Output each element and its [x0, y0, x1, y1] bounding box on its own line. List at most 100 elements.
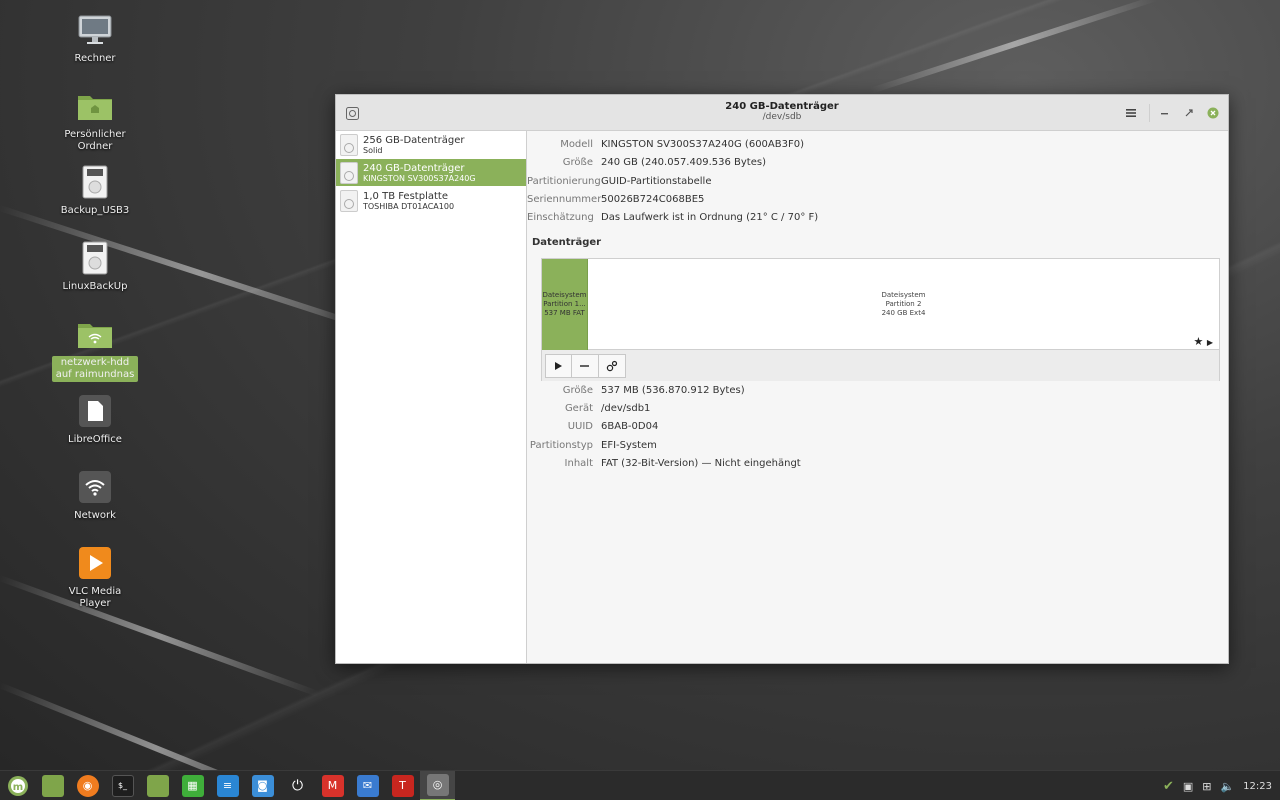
drive-name: 240 GB-Datenträger [363, 162, 465, 174]
drive-subtitle: TOSHIBA DT01ACA100 [363, 201, 455, 211]
close-icon[interactable] [1206, 106, 1220, 120]
taskbar-spreadsheet-button[interactable]: ▦ [175, 771, 210, 800]
terminal-icon: $_ [111, 774, 134, 797]
partition-device-row: Gerät /dev/sdb1 [527, 403, 651, 414]
home-folder-icon [77, 88, 113, 124]
partitioning-row: Partitionierung GUID-Partitionstabelle [527, 176, 711, 187]
taskbar: m ◉ $_ ▦ ≡ ◙ ⏻ M ✉ T ◎ ✔ ▣ ⊞ 🔈 12:23 [0, 770, 1280, 800]
assessment-row: Einschätzung Das Laufwerk ist in Ordnung… [527, 212, 818, 223]
desktop-icon-network[interactable]: Network [50, 469, 140, 523]
pdf-icon: M [321, 774, 344, 797]
size-label: Größe [562, 157, 593, 168]
partition-1-block[interactable]: Dateisystem Partition 1... 537 MB FAT [542, 259, 588, 350]
divider [1149, 104, 1150, 122]
desktop-icon-home[interactable]: Persönlicher Ordner [50, 88, 140, 154]
desktop-icon-network-hdd[interactable]: netzwerk-hdd auf raimundnas [50, 316, 140, 382]
serial-label: Seriennummer [527, 194, 602, 205]
partition-type-label: Partitionstyp [529, 440, 593, 451]
assessment-value: Das Laufwerk ist in Ordnung (21° C / 70°… [601, 212, 819, 223]
taskbar-folder-button[interactable] [140, 771, 175, 800]
drive-icon [77, 240, 113, 276]
restore-icon[interactable] [1182, 106, 1196, 120]
drive-item[interactable]: 256 GB-Datenträger Solid [336, 131, 526, 158]
drive-subtitle: KINGSTON SV300S37A240G [363, 173, 476, 183]
desktop-icon-linuxbackup[interactable]: LinuxBackUp [50, 240, 140, 294]
desktop-label: LinuxBackUp [62, 281, 128, 292]
power-icon: ⏻ [291, 777, 304, 794]
taskbar-terminal-button[interactable]: $_ [105, 771, 140, 800]
network-folder-icon [77, 316, 113, 352]
partitioning-value: GUID-Partitionstabelle [601, 176, 712, 187]
desktop-icon-computer[interactable]: Rechner [50, 12, 140, 66]
partition-uuid-value: 6BAB-0D04 [601, 421, 659, 432]
partition-content-label: Inhalt [564, 458, 593, 469]
taskbar-mail-button[interactable]: ✉ [350, 771, 385, 800]
taskbar-shutdown-button[interactable]: ⏻ [280, 771, 315, 800]
partition-size-row: Größe 537 MB (536.870.912 Bytes) [527, 385, 745, 396]
volumes-heading: Datenträger [532, 237, 602, 248]
volume-toolbar [542, 350, 1219, 381]
drive-item-selected[interactable]: 240 GB-Datenträger KINGSTON SV300S37A240… [336, 159, 526, 186]
menu-icon[interactable] [1124, 106, 1138, 120]
delete-partition-button[interactable] [572, 353, 599, 378]
drive-name: 256 GB-Datenträger [363, 134, 465, 146]
wifi-icon [77, 469, 113, 505]
taskbar-pdf-button[interactable]: M [315, 771, 350, 800]
partition-type-row: Partitionstyp EFI-System [527, 440, 657, 451]
taskbar-writer-button[interactable]: ≡ [210, 771, 245, 800]
svg-text:m: m [12, 782, 22, 793]
star-icon: ★ ▶ [1193, 335, 1213, 348]
drive-icon [77, 164, 113, 200]
disks-icon: ◎ [426, 773, 449, 796]
taskbar-firefox-button[interactable]: ◉ [70, 771, 105, 800]
desktop-icon-vlc[interactable]: VLC Media Player [50, 545, 140, 611]
partition-options-button[interactable] [599, 353, 626, 378]
camera-icon: ◙ [251, 774, 274, 797]
serial-row: Seriennummer 50026B724C068BE5 [527, 194, 704, 205]
partition-2-line3: 240 GB Ext4 [881, 308, 926, 317]
clock[interactable]: 12:23 [1243, 781, 1272, 792]
partition-size-label: Größe [562, 385, 593, 396]
taskbar-font-button[interactable]: T [385, 771, 420, 800]
desktop-label: Network [74, 510, 116, 521]
taskbar-disks-button[interactable]: ◎ [420, 770, 455, 800]
play-icon [555, 361, 562, 370]
shield-icon[interactable]: ✔ [1163, 779, 1174, 794]
window-title: 240 GB-Datenträger [725, 101, 839, 112]
partition-uuid-label: UUID [567, 421, 593, 432]
window-title-area: 240 GB-Datenträger /dev/sdb [336, 101, 1228, 122]
drive-item[interactable]: 1,0 TB Festplatte TOSHIBA DT01ACA100 [336, 187, 526, 214]
document-icon [77, 393, 113, 429]
mount-button[interactable] [545, 353, 572, 378]
size-value: 240 GB (240.057.409.536 Bytes) [601, 157, 766, 168]
folder-icon [146, 774, 169, 797]
partition-2-block[interactable]: Dateisystem Partition 2 240 GB Ext4 [588, 259, 1219, 350]
size-row: Größe 240 GB (240.057.409.536 Bytes) [527, 157, 766, 168]
minus-icon [580, 364, 589, 367]
minimize-icon[interactable] [1158, 106, 1172, 120]
drive-subtitle: Solid [363, 145, 383, 155]
mint-logo-icon: m [7, 775, 28, 796]
mail-icon: ✉ [356, 774, 379, 797]
model-value: KINGSTON SV300S37A240G (600AB3F0) [601, 139, 804, 150]
desktop-icon-backup-usb3[interactable]: Backup_USB3 [50, 164, 140, 218]
wallpaper-streak [0, 575, 320, 697]
folder-icon [41, 774, 64, 797]
partition-2-line2: Partition 2 [885, 299, 922, 308]
model-row: Modell KINGSTON SV300S37A240G (600AB3F0) [527, 139, 804, 150]
clipboard-icon[interactable]: ▣ [1183, 780, 1193, 793]
wallpaper-streak [870, 0, 1158, 94]
spreadsheet-icon: ▦ [181, 774, 204, 797]
mint-menu-button[interactable]: m [0, 771, 35, 800]
desktop-label: Persönlicher Ordner [64, 129, 126, 152]
desktop-icon-libreoffice[interactable]: LibreOffice [50, 393, 140, 447]
volume-icon[interactable]: 🔈 [1220, 780, 1234, 793]
computer-icon [77, 12, 113, 48]
taskbar-screenshot-button[interactable]: ◙ [245, 771, 280, 800]
taskbar-files-button[interactable] [35, 771, 70, 800]
model-label: Modell [560, 139, 593, 150]
partition-type-value: EFI-System [601, 440, 657, 451]
network-icon[interactable]: ⊞ [1202, 780, 1211, 793]
font-icon: T [391, 774, 414, 797]
partition-device-label: Gerät [564, 403, 593, 414]
